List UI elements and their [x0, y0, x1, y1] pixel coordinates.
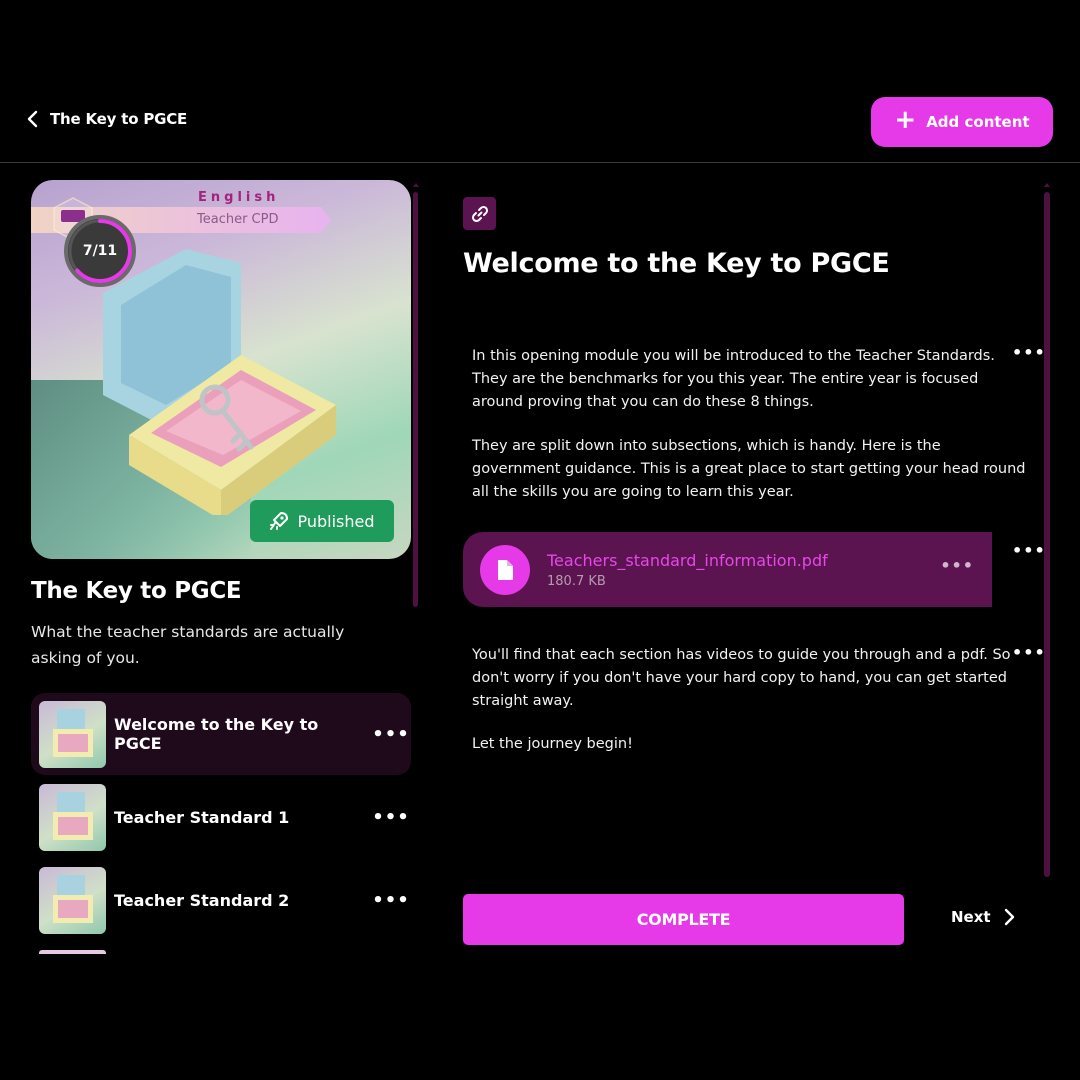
block-more-button[interactable]: ••• — [1012, 541, 1046, 560]
lesson-paragraph: In this opening module you will be intro… — [472, 348, 995, 410]
next-label: Next — [951, 908, 991, 926]
cover-category: Teacher CPD — [197, 212, 279, 227]
add-content-label: Add content — [926, 113, 1030, 131]
lesson-item[interactable]: Teacher Standard 1 ••• — [31, 776, 411, 858]
rocket-icon — [270, 512, 289, 530]
progress-ring: 7/11 — [64, 215, 136, 287]
chain-link-icon — [471, 205, 488, 222]
lesson-item[interactable]: Welcome to the Key to PGCE ••• — [31, 693, 411, 775]
back-button[interactable]: The Key to PGCE — [26, 110, 187, 128]
published-label: Published — [297, 511, 375, 531]
link-icon[interactable] — [463, 197, 496, 230]
block-more-button[interactable]: ••• — [1012, 343, 1046, 362]
complete-button[interactable]: COMPLETE — [463, 894, 904, 945]
course-description: What the teacher standards are actually … — [31, 623, 345, 667]
lesson-heading: Welcome to the Key to PGCE — [463, 248, 890, 279]
cover-subject: English — [198, 190, 280, 205]
left-scrollbar[interactable] — [413, 192, 418, 607]
published-badge[interactable]: Published — [250, 500, 394, 542]
lesson-item-partial — [39, 950, 106, 954]
lesson-title: Teacher Standard 1 — [114, 807, 290, 827]
lesson-title: Teacher Standard 2 — [114, 890, 290, 910]
course-title: The Key to PGCE — [31, 578, 242, 604]
file-icon — [480, 544, 530, 595]
left-scroll-up-arrow[interactable] — [413, 183, 419, 187]
lesson-thumbnail — [39, 866, 106, 934]
progress-text: 7/11 — [82, 243, 118, 259]
attachment-filename[interactable]: Teachers_standard_information.pdf — [547, 551, 828, 570]
attachment-more-button[interactable]: ••• — [940, 556, 974, 575]
lesson-more-button[interactable]: ••• — [371, 890, 411, 911]
next-button[interactable]: Next — [951, 908, 1015, 926]
block-more-button[interactable]: ••• — [1012, 643, 1046, 662]
right-scroll-up-arrow[interactable] — [1044, 183, 1050, 187]
course-cover-image: English Teacher CPD 7/11 Published — [31, 180, 411, 559]
lesson-thumbnail — [39, 700, 106, 768]
add-content-button[interactable]: + Add content — [871, 97, 1053, 147]
lesson-thumbnail — [39, 783, 106, 851]
lesson-more-button[interactable]: ••• — [371, 807, 411, 828]
lesson-title: Welcome to the Key to PGCE — [114, 715, 319, 753]
lesson-item[interactable]: Teacher Standard 2 ••• — [31, 859, 411, 941]
lesson-more-button[interactable]: ••• — [371, 724, 411, 745]
lesson-paragraph: They are split down into subsections, wh… — [472, 438, 1026, 500]
chevron-left-icon — [27, 110, 38, 128]
lesson-paragraph: You'll find that each section has videos… — [472, 647, 1011, 709]
plus-icon: + — [894, 105, 917, 135]
pdf-attachment[interactable]: Teachers_standard_information.pdf 180.7 … — [463, 532, 992, 607]
lesson-paragraph: Let the journey begin! — [472, 736, 633, 752]
chevron-right-icon — [1004, 908, 1014, 926]
back-title: The Key to PGCE — [50, 110, 188, 128]
attachment-size: 180.7 KB — [547, 573, 606, 589]
right-scrollbar[interactable] — [1044, 192, 1050, 877]
top-bar: The Key to PGCE + Add content — [0, 0, 1080, 163]
